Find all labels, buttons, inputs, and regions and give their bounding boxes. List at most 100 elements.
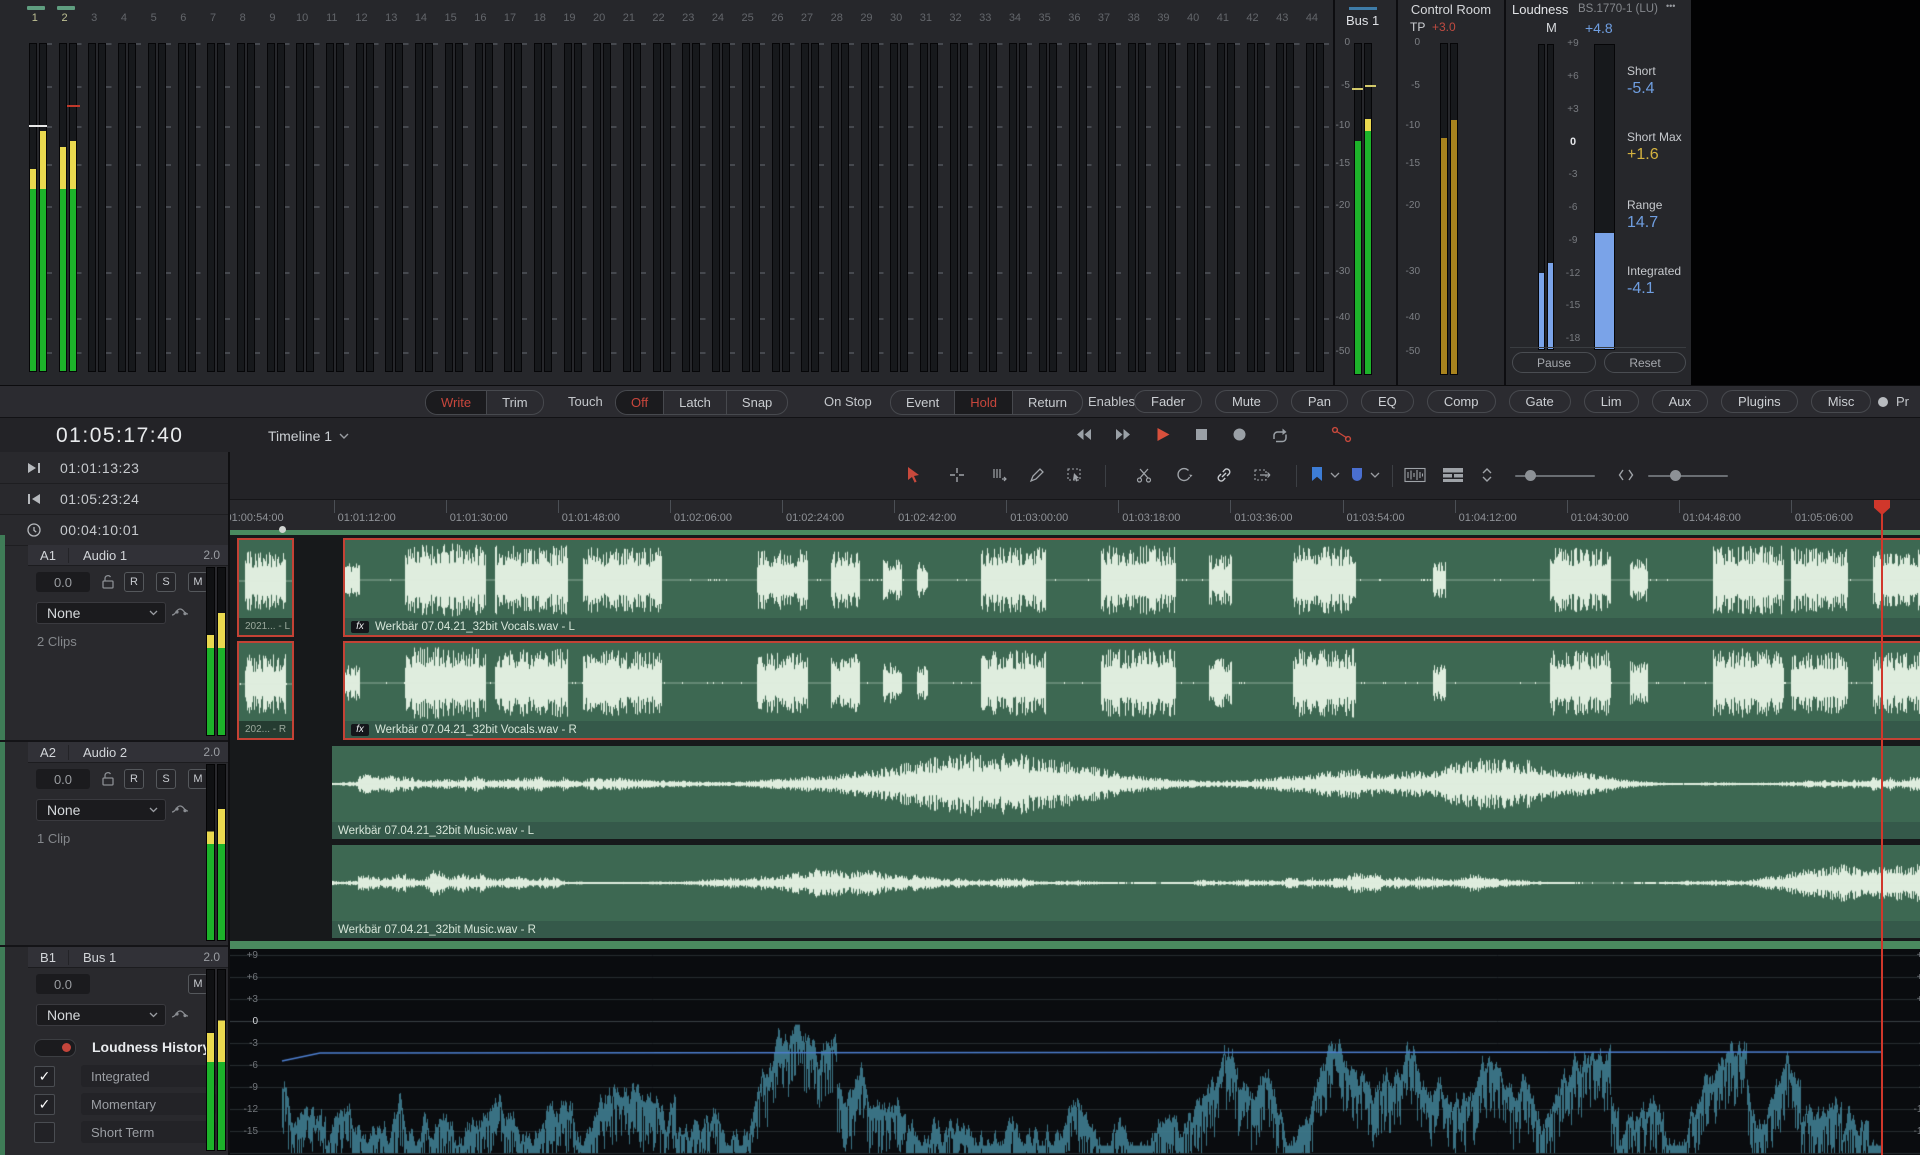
effects-dropdown[interactable]: None — [36, 799, 166, 821]
option-momentary[interactable]: ✓Momentary — [34, 1093, 216, 1115]
marker-chevron-icon[interactable] — [1370, 472, 1380, 478]
flag-chevron-icon[interactable] — [1330, 472, 1340, 478]
zoom-slider[interactable] — [1648, 475, 1728, 477]
channel-meter-23[interactable]: 23 — [677, 0, 707, 385]
record-button[interactable] — [1232, 427, 1247, 442]
marker-dot[interactable] — [279, 526, 286, 533]
channel-meter-12[interactable]: 12 — [351, 0, 381, 385]
effects-dropdown[interactable]: None — [36, 602, 166, 624]
channel-meter-25[interactable]: 25 — [737, 0, 767, 385]
automation-curve-icon[interactable] — [170, 801, 192, 817]
mark-out-row[interactable]: 01:05:23:24 — [0, 483, 228, 515]
enable-eq[interactable]: EQ — [1361, 390, 1414, 413]
marker-icon[interactable] — [1350, 466, 1364, 483]
channel-meter-1[interactable]: 1 — [24, 0, 54, 385]
channel-meter-3[interactable]: 3 — [83, 0, 113, 385]
channel-meter-43[interactable]: 43 — [1271, 0, 1301, 385]
automation-curve-icon[interactable] — [170, 604, 192, 620]
pointer-tool[interactable] — [905, 466, 923, 484]
track-height-slider-handle[interactable] — [1525, 470, 1536, 481]
volume-field[interactable]: 0.0 — [36, 974, 90, 994]
return-button[interactable]: Return — [1012, 391, 1082, 414]
snap-icon[interactable] — [1175, 466, 1193, 484]
enable-misc[interactable]: Misc — [1811, 390, 1872, 413]
hold-button[interactable]: Hold — [954, 391, 1012, 414]
loop-button[interactable] — [1270, 427, 1290, 443]
channel-meter-34[interactable]: 34 — [1004, 0, 1034, 385]
channel-meter-10[interactable]: 10 — [291, 0, 321, 385]
play-button[interactable] — [1155, 426, 1171, 443]
enable-fader[interactable]: Fader — [1134, 390, 1202, 413]
record-arm-button[interactable]: R — [124, 572, 144, 592]
channel-meter-40[interactable]: 40 — [1182, 0, 1212, 385]
channel-meter-32[interactable]: 32 — [945, 0, 975, 385]
channel-meter-14[interactable]: 14 — [410, 0, 440, 385]
channel-meter-41[interactable]: 41 — [1212, 0, 1242, 385]
solo-button[interactable]: S — [156, 769, 176, 789]
channel-meter-2[interactable]: 2 — [54, 0, 84, 385]
channel-meter-6[interactable]: 6 — [173, 0, 203, 385]
fast-forward-button[interactable] — [1115, 426, 1132, 443]
channel-meter-7[interactable]: 7 — [202, 0, 232, 385]
scroll-strip-bus[interactable] — [230, 941, 1920, 949]
timeline-area[interactable]: 01:00:54:0001:01:12:0001:01:30:0001:01:4… — [230, 452, 1920, 1155]
track-header-a1[interactable]: A1 Audio 1 2.0 0.0 R S M None 2 Clips — [0, 545, 228, 742]
vocal-clip-r[interactable]: fx Werkbär 07.04.21_32bit Vocals.wav - R — [343, 641, 1920, 740]
enable-lim[interactable]: Lim — [1584, 390, 1639, 413]
razor-tool[interactable] — [990, 466, 1008, 484]
channel-meter-36[interactable]: 36 — [1064, 0, 1094, 385]
track-header-a2[interactable]: A2 Audio 2 2.0 0.0 R S M None 1 Clip — [0, 742, 228, 947]
checkbox[interactable] — [34, 1122, 55, 1143]
channel-meter-33[interactable]: 33 — [974, 0, 1004, 385]
checkbox[interactable]: ✓ — [34, 1066, 55, 1087]
enable-comp[interactable]: Comp — [1427, 390, 1496, 413]
lock-icon[interactable] — [100, 573, 117, 590]
timeline-selector[interactable]: Timeline 1 — [268, 428, 349, 444]
reset-button[interactable]: Reset — [1604, 352, 1686, 373]
volume-field[interactable]: 0.0 — [36, 769, 90, 789]
channel-meter-24[interactable]: 24 — [707, 0, 737, 385]
channel-meter-44[interactable]: 44 — [1301, 0, 1331, 385]
channel-meter-30[interactable]: 30 — [885, 0, 915, 385]
stop-button[interactable] — [1194, 427, 1209, 442]
channel-meter-17[interactable]: 17 — [499, 0, 529, 385]
marquee-select-tool[interactable] — [1066, 466, 1084, 484]
enable-aux[interactable]: Aux — [1652, 390, 1708, 413]
channel-meter-35[interactable]: 35 — [1034, 0, 1064, 385]
channel-meter-39[interactable]: 39 — [1153, 0, 1183, 385]
channel-meter-26[interactable]: 26 — [767, 0, 797, 385]
fx-badge[interactable]: fx — [351, 724, 369, 736]
partial-clip-l[interactable]: 2021... - L — [237, 538, 294, 637]
zoom-extent-icon[interactable] — [1618, 466, 1634, 484]
solo-button[interactable]: S — [156, 572, 176, 592]
event-button[interactable]: Event — [891, 391, 954, 414]
channel-meter-37[interactable]: 37 — [1093, 0, 1123, 385]
channel-meter-27[interactable]: 27 — [796, 0, 826, 385]
track-height-icon[interactable] — [1480, 466, 1494, 484]
track-layout-icon[interactable] — [1442, 466, 1464, 484]
timeline-ruler[interactable]: 01:00:54:0001:01:12:0001:01:30:0001:01:4… — [230, 500, 1920, 530]
volume-field[interactable]: 0.0 — [36, 572, 90, 592]
partial-clip-r[interactable]: 202... - R — [237, 641, 294, 740]
checkbox[interactable]: ✓ — [34, 1094, 55, 1115]
channel-meter-38[interactable]: 38 — [1123, 0, 1153, 385]
snap-button[interactable]: Snap — [726, 391, 787, 414]
channel-meter-15[interactable]: 15 — [440, 0, 470, 385]
playhead-line[interactable] — [1881, 500, 1883, 1155]
automation-curve-icon[interactable] — [170, 1006, 192, 1022]
zoom-slider-handle[interactable] — [1670, 470, 1681, 481]
latch-button[interactable]: Latch — [663, 391, 726, 414]
record-arm-button[interactable]: R — [124, 769, 144, 789]
vocal-clip-l[interactable]: fx Werkbär 07.04.21_32bit Vocals.wav - L — [343, 538, 1920, 637]
channel-meter-20[interactable]: 20 — [588, 0, 618, 385]
flag-icon[interactable] — [1310, 466, 1324, 483]
channel-meter-16[interactable]: 16 — [470, 0, 500, 385]
loudness-menu-icon[interactable]: ••• — [1666, 1, 1675, 11]
channel-meter-29[interactable]: 29 — [856, 0, 886, 385]
link-icon[interactable] — [1215, 466, 1233, 484]
channel-meter-31[interactable]: 31 — [915, 0, 945, 385]
enable-mute[interactable]: Mute — [1215, 390, 1278, 413]
channel-strip-dot-icon[interactable] — [1878, 397, 1888, 407]
effects-dropdown[interactable]: None — [36, 1004, 166, 1026]
channel-meter-5[interactable]: 5 — [143, 0, 173, 385]
